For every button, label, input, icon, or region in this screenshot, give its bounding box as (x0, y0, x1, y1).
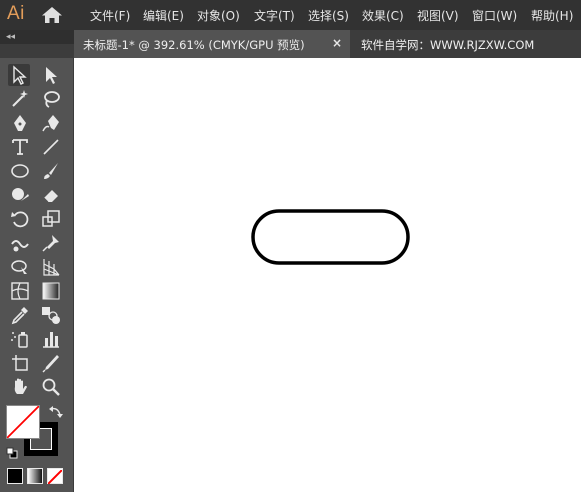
gradient-tool-icon[interactable] (40, 280, 62, 302)
collapse-icon[interactable]: ◂◂ (6, 32, 15, 42)
blend-tool-icon[interactable] (40, 304, 62, 326)
magic-wand-tool-icon[interactable] (9, 88, 31, 110)
rotate-tool-icon[interactable] (9, 208, 31, 230)
direct-selection-tool-icon[interactable] (40, 64, 62, 86)
selection-tool-icon[interactable] (8, 64, 30, 86)
default-colors-icon[interactable] (6, 444, 18, 459)
artwork-layer (251, 209, 410, 265)
site-watermark: 软件自学网：WWW.RJZXW.COM (361, 38, 535, 52)
perspective-grid-tool-icon[interactable] (40, 256, 62, 278)
menu-bar: Ai 文件(F) 编辑(E) 对象(O) 文字(T) 选择(S) 效果(C) 视… (0, 0, 581, 30)
lasso-tool-icon[interactable] (40, 88, 62, 110)
curvature-tool-icon[interactable] (40, 112, 62, 134)
swap-fill-stroke-icon[interactable] (48, 404, 64, 418)
slice-tool-icon[interactable] (40, 352, 62, 374)
close-icon[interactable]: × (332, 36, 342, 50)
menu-file[interactable]: 文件(F) (90, 7, 130, 24)
shaper-tool-icon[interactable] (9, 184, 31, 206)
document-tab-bar: ◂◂ 未标题-1* @ 392.61% (CMYK/GPU 预览) × 软件自学… (0, 30, 581, 58)
warp-tool-icon[interactable] (9, 232, 31, 254)
shape-builder-tool-icon[interactable] (9, 256, 31, 278)
puppet-warp-tool-icon[interactable] (40, 232, 62, 254)
menu-effect[interactable]: 效果(C) (362, 7, 404, 24)
home-icon[interactable] (40, 6, 64, 24)
scale-tool-icon[interactable] (40, 208, 62, 230)
document-tab[interactable]: 未标题-1* @ 392.61% (CMYK/GPU 预览) × (74, 30, 350, 58)
menu-edit[interactable]: 编辑(E) (143, 7, 184, 24)
zoom-tool-icon[interactable] (40, 376, 62, 398)
artboard-tool-icon[interactable] (9, 352, 31, 374)
eraser-tool-icon[interactable] (40, 184, 62, 206)
menu-object[interactable]: 对象(O) (197, 7, 240, 24)
artboard-canvas[interactable] (74, 58, 581, 492)
fill-swatch-none[interactable] (6, 405, 40, 439)
menu-window[interactable]: 窗口(W) (472, 7, 517, 24)
pen-tool-icon[interactable] (9, 112, 31, 134)
line-segment-tool-icon[interactable] (40, 136, 62, 158)
app-logo: Ai (7, 3, 25, 24)
column-graph-tool-icon[interactable] (40, 328, 62, 350)
none-mode-button[interactable] (47, 468, 63, 485)
gradient-mode-button[interactable] (27, 468, 43, 484)
paintbrush-tool-icon[interactable] (40, 160, 62, 182)
menu-help[interactable]: 帮助(H) (531, 7, 573, 24)
color-mode-button[interactable] (7, 468, 23, 484)
none-slash-icon (6, 405, 40, 439)
document-tab-label: 未标题-1* @ 392.61% (CMYK/GPU 预览) (83, 38, 305, 52)
menu-select[interactable]: 选择(S) (308, 7, 349, 24)
tools-panel (0, 58, 74, 492)
toolbar-collapse-handle[interactable]: ◂◂ (0, 30, 74, 44)
mesh-tool-icon[interactable] (9, 280, 31, 302)
eyedropper-tool-icon[interactable] (9, 304, 31, 326)
type-tool-icon[interactable] (9, 136, 31, 158)
hand-tool-icon[interactable] (9, 376, 31, 398)
ellipse-tool-icon[interactable] (9, 160, 31, 182)
menu-view[interactable]: 视图(V) (417, 7, 459, 24)
menu-type[interactable]: 文字(T) (254, 7, 295, 24)
rounded-rectangle-shape[interactable] (251, 209, 410, 265)
symbol-sprayer-tool-icon[interactable] (9, 328, 31, 350)
none-slash-icon (47, 469, 63, 485)
